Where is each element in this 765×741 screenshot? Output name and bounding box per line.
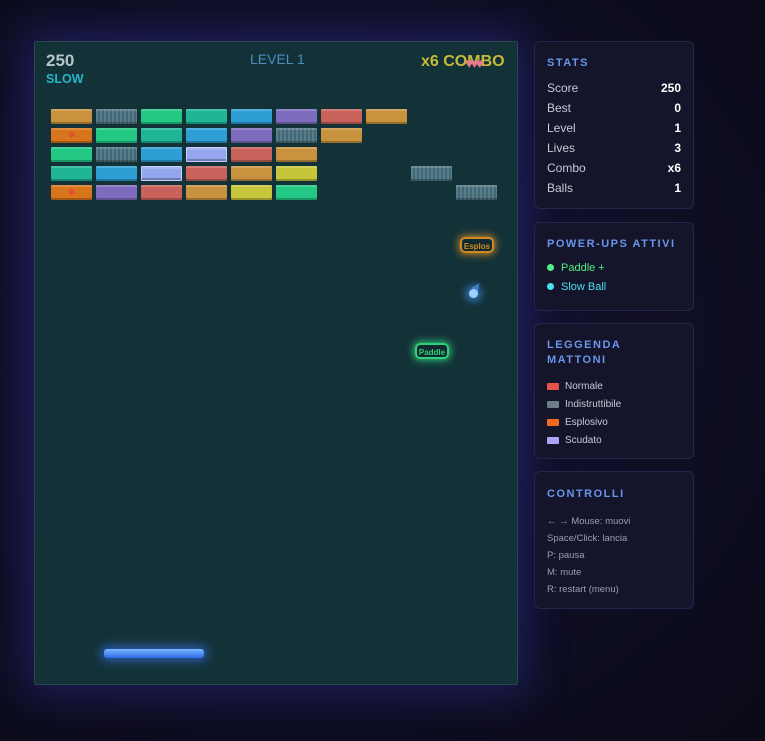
legend-label: Indistruttibile [565,398,622,410]
brick-orange [186,185,227,200]
legend-swatch [547,436,559,444]
brick-purple [96,185,137,200]
brick-green [276,185,317,200]
stat-label: Balls [547,181,574,195]
brick-red [231,147,272,162]
brick-indestructible [411,166,452,181]
powerups-title: POWER-UPS ATTIVI [547,238,676,250]
powerup-capsule-paddle: Paddle [415,343,449,359]
active-powerup-item: Paddle + [547,258,681,277]
brick-green [141,109,182,124]
brick-teal [141,128,182,143]
legend-label: Scudato [565,434,602,446]
brick-red [321,109,362,124]
legend-item: Scudato [547,431,681,449]
legend-swatch [547,382,559,390]
brick-indestructible [96,147,137,162]
brick-shielded [141,166,182,181]
brick-orange [51,109,92,124]
status-dot-icon [547,264,554,271]
powerup-capsule-explosive: Esplos [460,237,494,253]
brick-indestructible [276,128,317,143]
control-hint: ← → Mouse: muovi [547,516,631,527]
paddle[interactable] [104,649,204,658]
brick-green [96,128,137,143]
lives-hearts-icon: ♥♥♥ [465,55,484,71]
brick-blue [141,147,182,162]
brick-teal [51,166,92,181]
stat-row: Score 250 [547,78,681,98]
control-hint: Space/Click: lancia [547,533,628,544]
stat-row: Combo x6 [547,158,681,178]
brick-blue [96,166,137,181]
legend-item: Normale [547,377,681,395]
active-powerup-label: Slow Ball [561,280,607,293]
speed-status: SLOW [46,72,84,86]
brick-purple [276,109,317,124]
stat-label: Lives [547,141,576,155]
brick-teal [186,109,227,124]
brick-orange [276,147,317,162]
stat-value: 3 [674,141,681,155]
ball [469,289,478,298]
control-hint: P: pausa [547,550,585,561]
legend-item: Esplosivo [547,413,681,431]
game-board[interactable]: 250 SLOW LEVEL 1 x6 COMBO ♥♥♥ ✲ ✲ Esplos … [34,41,518,685]
brick-shielded [186,147,227,162]
stat-row: Best 0 [547,98,681,118]
brick-yellow [276,166,317,181]
stat-value: 1 [674,121,681,135]
stat-label: Level [547,121,576,135]
active-powerup-item: Slow Ball [547,277,681,296]
brick-red [186,166,227,181]
stats-title: STATS [547,57,589,69]
brick-legend-panel: LEGGENDA MATTONI Normale Indistruttibile… [534,323,694,459]
powerup-capsule-label: Esplos [463,242,491,251]
legend-item: Indistruttibile [547,395,681,413]
explosive-mark-icon: ✲ [67,187,76,197]
controls-title: CONTROLLI [547,488,625,500]
powerups-panel: POWER-UPS ATTIVI Paddle + Slow Ball [534,222,694,311]
brick-green [51,147,92,162]
stat-label: Score [547,81,579,95]
stat-value: 250 [660,81,681,95]
brick-explosive: ✲ [51,128,92,143]
level-label: LEVEL 1 [250,51,305,67]
brick-indestructible [456,185,497,200]
stat-value: x6 [667,161,681,175]
legend-swatch [547,418,559,426]
control-hint: M: mute [547,567,582,578]
brick-indestructible [96,109,137,124]
stat-value: 1 [674,181,681,195]
stats-panel: STATS Score 250 Best 0 Level 1 Lives 3 C… [534,41,694,209]
brick-orange [366,109,407,124]
brick-yellow [231,185,272,200]
brick-purple [231,128,272,143]
legend-title: LEGGENDA MATTONI [547,339,621,366]
powerup-capsule-label: Paddle [418,348,446,357]
stat-label: Combo [547,161,586,175]
explosive-mark-icon: ✲ [67,130,76,140]
brick-orange [231,166,272,181]
brick-orange [321,128,362,143]
combo-label: x6 COMBO [421,53,505,70]
brick-blue [186,128,227,143]
status-dot-icon [547,283,554,290]
legend-label: Esplosivo [565,416,608,428]
active-powerup-label: Paddle + [561,261,605,274]
score-display: 250 [46,51,75,70]
stat-label: Best [547,101,572,115]
brick-red [141,185,182,200]
legend-swatch [547,400,559,408]
brick-blue [231,109,272,124]
control-hint: R: restart (menu) [547,584,619,595]
stat-row: Level 1 [547,118,681,138]
stat-row: Balls 1 [547,178,681,198]
stat-row: Lives 3 [547,138,681,158]
controls-panel: CONTROLLI ← → Mouse: muovi Space/Click: l… [534,471,694,609]
legend-label: Normale [565,380,603,392]
brick-explosive: ✲ [51,185,92,200]
stat-value: 0 [674,101,681,115]
